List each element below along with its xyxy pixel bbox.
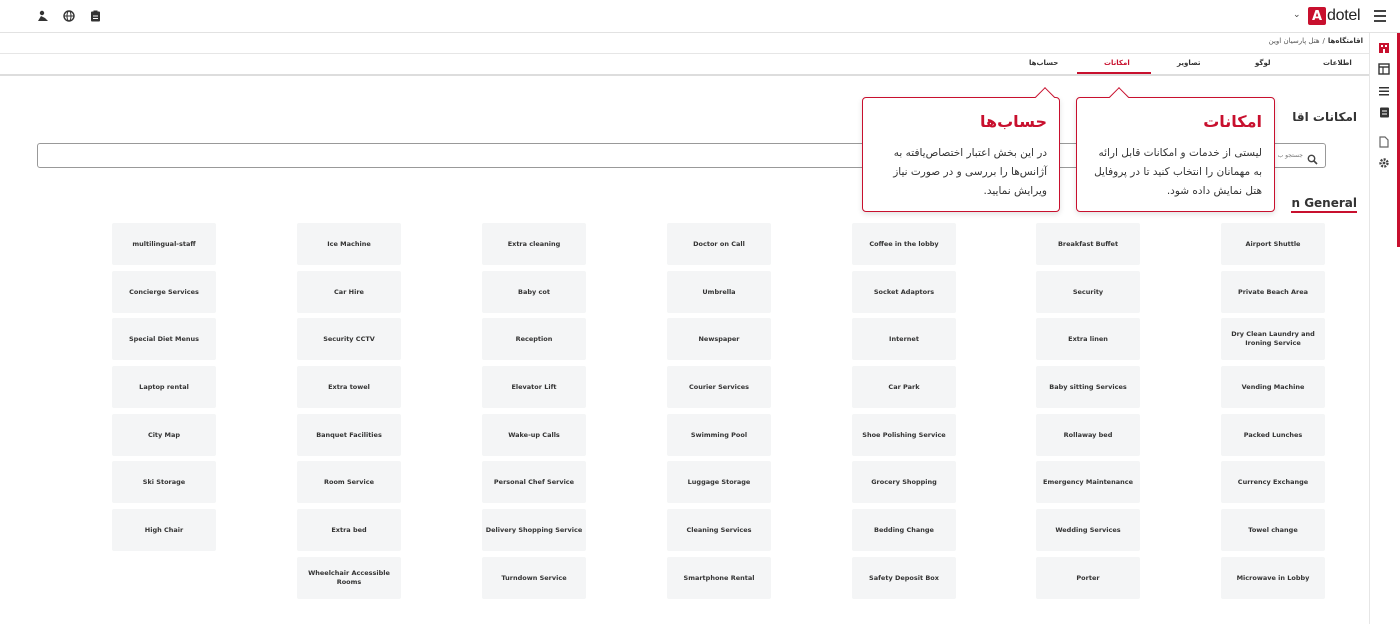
amenity-option[interactable]: Concierge Services [112, 271, 216, 313]
amenity-option[interactable]: Laptop rental [112, 366, 216, 408]
brand-dropdown-chevron-icon[interactable]: ⌄ [1293, 10, 1301, 20]
amenity-option[interactable]: Reception [482, 318, 586, 360]
brand-logo-text: dotel [1327, 7, 1361, 24]
amenity-option[interactable]: Porter [1036, 557, 1140, 599]
amenity-option[interactable]: Dry Clean Laundry and Ironing Service [1221, 318, 1325, 360]
tab-accounts[interactable]: حساب‌ها [1029, 59, 1058, 67]
callout-body: لیستی از خدمات و امکانات قابل ارائه به م… [1094, 147, 1262, 197]
amenity-option[interactable]: Coffee in the lobby [852, 223, 956, 265]
amenity-option[interactable]: Ski Storage [112, 461, 216, 503]
amenity-option[interactable]: Security [1036, 271, 1140, 313]
amenity-option[interactable]: Baby cot [482, 271, 586, 313]
amenity-option[interactable]: City Map [112, 414, 216, 456]
amenity-option[interactable]: Towel change [1221, 509, 1325, 551]
amenity-option[interactable]: Wedding Services [1036, 509, 1140, 551]
gear-icon[interactable] [1378, 157, 1390, 169]
top-bar: ⌄ A dotel [0, 0, 1400, 33]
amenity-option[interactable]: Smartphone Rental [667, 557, 771, 599]
amenity-option[interactable]: Car Park [852, 366, 956, 408]
amenity-option[interactable]: Breakfast Buffet [1036, 223, 1140, 265]
amenity-option[interactable]: Microwave in Lobby [1221, 557, 1325, 599]
tab-amenities[interactable]: امکانات [1104, 59, 1130, 67]
amenity-option[interactable]: Extra cleaning [482, 223, 586, 265]
amenity-option[interactable]: Elevator Lift [482, 366, 586, 408]
amenity-option[interactable]: Currency Exchange [1221, 461, 1325, 503]
report-icon[interactable] [1378, 106, 1390, 118]
amenity-option[interactable]: Courier Services [667, 366, 771, 408]
amenity-option[interactable]: Wake-up Calls [482, 414, 586, 456]
amenity-option[interactable]: Personal Chef Service [482, 461, 586, 503]
amenity-option[interactable]: Rollaway bed [1036, 414, 1140, 456]
amenity-option[interactable]: Socket Adaptors [852, 271, 956, 313]
active-tab-indicator [1077, 72, 1151, 74]
callout-body: در این بخش اعتبار اختصاص‌یافته به آژانس‌… [893, 147, 1047, 197]
amenity-option[interactable]: Ice Machine [297, 223, 401, 265]
amenity-option[interactable]: Umbrella [667, 271, 771, 313]
tab-images[interactable]: تصاویر [1177, 59, 1201, 67]
brand-logo: A dotel [1308, 6, 1361, 26]
breadcrumb: اقامتگاه‌ها / هتل پارسیان اوین [1269, 37, 1363, 45]
amenity-option[interactable]: Safety Deposit Box [852, 557, 956, 599]
tab-info[interactable]: اطلاعات [1323, 59, 1352, 67]
amenity-option[interactable]: Extra bed [297, 509, 401, 551]
amenity-option[interactable]: Extra linen [1036, 318, 1140, 360]
tab-bar: اطلاعات لوگو تصاویر امکانات حساب‌ها [0, 54, 1369, 76]
amenity-option[interactable]: Wheelchair Accessible Rooms [297, 557, 401, 599]
amenity-option[interactable]: Emergency Maintenance [1036, 461, 1140, 503]
search-icon [1307, 150, 1319, 165]
globe-icon[interactable] [62, 9, 76, 23]
brand-logo-mark: A [1308, 7, 1326, 25]
amenity-option[interactable]: Bedding Change [852, 509, 956, 551]
amenity-option[interactable]: Baby sitting Services [1036, 366, 1140, 408]
callout-pointer [1035, 87, 1055, 107]
amenity-option[interactable]: Special Diet Menus [112, 318, 216, 360]
amenity-option[interactable]: Security CCTV [297, 318, 401, 360]
amenity-option[interactable]: High Chair [112, 509, 216, 551]
amenities-help-callout: امکانات لیستی از خدمات و امکانات قابل ار… [1076, 87, 1275, 212]
breadcrumb-root[interactable]: اقامتگاه‌ها [1328, 37, 1363, 45]
amenity-option[interactable]: Banquet Facilities [297, 414, 401, 456]
breadcrumb-separator: / [1322, 37, 1325, 45]
amenity-option[interactable]: Turndown Service [482, 557, 586, 599]
search-placeholder: جستجو ب [1277, 152, 1303, 159]
amenity-option[interactable]: Car Hire [297, 271, 401, 313]
tab-logo[interactable]: لوگو [1255, 59, 1270, 67]
amenity-option[interactable]: Grocery Shopping [852, 461, 956, 503]
callout-title: حساب‌ها [980, 112, 1047, 131]
clipboard-icon[interactable] [88, 9, 102, 23]
section-title: امکانات اقا [1292, 110, 1357, 124]
amenity-option[interactable]: Extra towel [297, 366, 401, 408]
amenity-group-title: n General [1291, 196, 1357, 213]
amenity-option[interactable]: Vending Machine [1221, 366, 1325, 408]
amenity-option[interactable]: Newspaper [667, 318, 771, 360]
table-icon[interactable] [1378, 63, 1390, 75]
menu-icon[interactable] [1374, 10, 1386, 22]
amenity-option[interactable]: Swimming Pool [667, 414, 771, 456]
amenity-option[interactable]: Room Service [297, 461, 401, 503]
amenity-option[interactable]: Delivery Shopping Service [482, 509, 586, 551]
amenity-option[interactable]: Luggage Storage [667, 461, 771, 503]
amenity-option[interactable]: Packed Lunches [1221, 414, 1325, 456]
amenity-option[interactable]: Private Beach Area [1221, 271, 1325, 313]
callout-title: امکانات [1203, 112, 1262, 131]
amenity-option[interactable]: Airport Shuttle [1221, 223, 1325, 265]
callout-pointer [1109, 87, 1129, 107]
amenity-option[interactable]: Shoe Polishing Service [852, 414, 956, 456]
right-sidebar [1369, 33, 1400, 624]
breadcrumb-current: هتل پارسیان اوین [1268, 37, 1320, 45]
amenity-option[interactable]: Doctor on Call [667, 223, 771, 265]
user-icon[interactable] [36, 9, 50, 23]
amenity-option[interactable]: Internet [852, 318, 956, 360]
hotel-icon[interactable] [1378, 41, 1390, 53]
accounts-help-callout: حساب‌ها در این بخش اعتبار اختصاص‌یافته ب… [862, 87, 1060, 212]
amenity-option[interactable]: Cleaning Services [667, 509, 771, 551]
list-icon[interactable] [1378, 85, 1390, 97]
amenity-option[interactable]: multilingual-staff [112, 223, 216, 265]
document-icon[interactable] [1378, 136, 1390, 148]
